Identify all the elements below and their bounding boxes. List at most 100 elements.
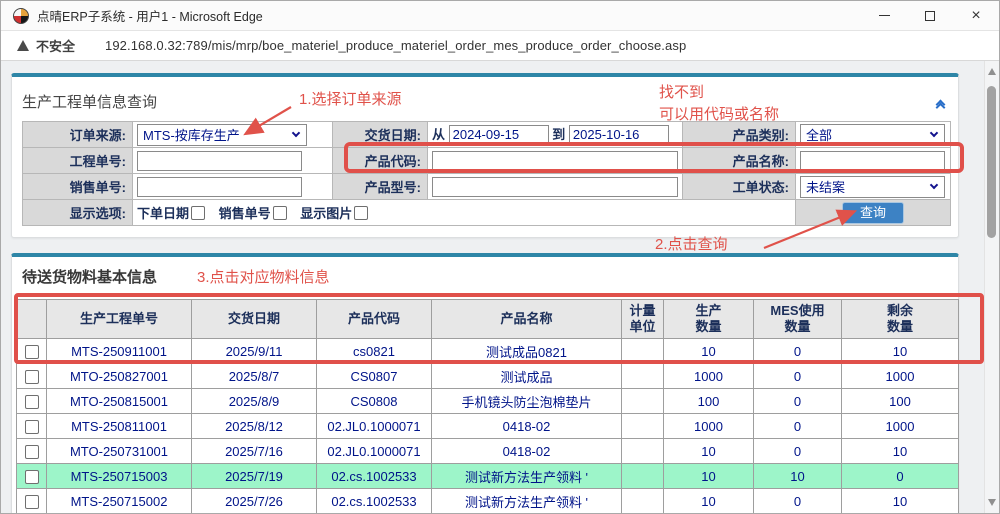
cell-date[interactable]: 2025/7/19	[192, 464, 317, 489]
cell-remain[interactable]: 1000	[842, 364, 959, 389]
cell-date[interactable]: 2025/8/12	[192, 414, 317, 439]
cell-qty[interactable]: 10	[664, 439, 754, 464]
cell-qty[interactable]: 10	[664, 464, 754, 489]
cell-name[interactable]: 测试成品	[432, 364, 622, 389]
scroll-down-icon[interactable]	[988, 499, 996, 506]
date-from-input[interactable]: 2024-09-15	[449, 125, 549, 145]
cell-code[interactable]: CS0807	[317, 364, 432, 389]
cell-unit[interactable]	[622, 414, 664, 439]
cell-remain[interactable]: 10	[842, 339, 959, 364]
table-row[interactable]: MTS-2507150022025/7/2602.cs.1002533测试新方法…	[17, 489, 959, 514]
option-order-date-checkbox[interactable]	[191, 206, 205, 220]
project-no-input[interactable]	[137, 151, 302, 171]
cell-qty[interactable]: 10	[664, 489, 754, 514]
row-checkbox[interactable]	[25, 470, 39, 484]
cell-date[interactable]: 2025/7/26	[192, 489, 317, 514]
cell-code[interactable]: 02.JL0.1000071	[317, 414, 432, 439]
table-row[interactable]: MTS-2509110012025/9/11cs0821测试成品0821 1001…	[17, 339, 959, 364]
sales-no-input[interactable]	[137, 177, 302, 197]
cell-name[interactable]: 0418-02	[432, 414, 622, 439]
row-checkbox[interactable]	[25, 345, 39, 359]
order-source-select[interactable]: MTS-按库存生产	[137, 124, 307, 146]
cell-name[interactable]: 手机镜头防尘泡棉垫片	[432, 389, 622, 414]
table-row[interactable]: MTO-2507310012025/7/1602.JL0.10000710418…	[17, 439, 959, 464]
cell-qty[interactable]: 10	[664, 339, 754, 364]
cell-code[interactable]: 02.cs.1002533	[317, 464, 432, 489]
cell-code[interactable]: 02.cs.1002533	[317, 489, 432, 514]
cell-unit[interactable]	[622, 464, 664, 489]
order-status-select[interactable]: 未结案	[800, 176, 945, 198]
cell-unit[interactable]	[622, 439, 664, 464]
cell-unit[interactable]	[622, 364, 664, 389]
scroll-up-icon[interactable]	[988, 68, 996, 75]
cell-order[interactable]: MTS-250811001	[47, 414, 192, 439]
cell-name[interactable]: 测试成品0821	[432, 339, 622, 364]
cell-mes[interactable]: 0	[754, 414, 842, 439]
cell-order[interactable]: MTO-250731001	[47, 439, 192, 464]
product-code-input[interactable]	[432, 151, 678, 171]
option-show-image-checkbox[interactable]	[354, 206, 368, 220]
cell-order[interactable]: MTO-250815001	[47, 389, 192, 414]
cell-unit[interactable]	[622, 489, 664, 514]
cell-date[interactable]: 2025/7/16	[192, 439, 317, 464]
table-row[interactable]: MTS-2508110012025/8/1202.JL0.10000710418…	[17, 414, 959, 439]
table-row[interactable]: MTO-2508150012025/8/9CS0808手机镜头防尘泡棉垫片 100…	[17, 389, 959, 414]
url-bar[interactable]: 不安全 192.168.0.32:789/mis/mrp/boe_materie…	[1, 31, 999, 61]
product-category-select[interactable]: 全部	[800, 124, 945, 146]
cell-code[interactable]: 02.JL0.1000071	[317, 439, 432, 464]
cell-code[interactable]: cs0821	[317, 339, 432, 364]
close-icon: ×	[971, 8, 980, 24]
cell-mes[interactable]: 10	[754, 464, 842, 489]
cell-date[interactable]: 2025/9/11	[192, 339, 317, 364]
minimize-button[interactable]	[861, 1, 907, 30]
cell-remain[interactable]: 10	[842, 489, 959, 514]
vertical-scrollbar[interactable]	[984, 61, 999, 513]
cell-name[interactable]: 0418-02	[432, 439, 622, 464]
cell-mes[interactable]: 0	[754, 364, 842, 389]
row-checkbox[interactable]	[25, 445, 39, 459]
cell-unit[interactable]	[622, 339, 664, 364]
materials-panel-title: 待送货物料基本信息	[22, 266, 157, 287]
close-button[interactable]: ×	[953, 1, 999, 30]
table-row[interactable]: MTO-2508270012025/8/7CS0807测试成品 100001000	[17, 364, 959, 389]
cell-qty[interactable]: 1000	[664, 414, 754, 439]
maximize-button[interactable]	[907, 1, 953, 30]
row-checkbox[interactable]	[25, 395, 39, 409]
cell-qty[interactable]: 1000	[664, 364, 754, 389]
scrollbar-thumb[interactable]	[987, 86, 996, 238]
materials-table: 生产工程单号交货日期产品代码产品名称计量单位生产数量MES使用数量剩余数量 MT…	[16, 299, 959, 514]
cell-unit[interactable]	[622, 389, 664, 414]
product-model-input[interactable]	[432, 177, 678, 197]
cell-code[interactable]: CS0808	[317, 389, 432, 414]
cell-order[interactable]: MTO-250827001	[47, 364, 192, 389]
cell-order[interactable]: MTS-250715003	[47, 464, 192, 489]
chevron-down-icon	[930, 181, 938, 189]
cell-date[interactable]: 2025/8/9	[192, 389, 317, 414]
cell-name[interactable]: 测试新方法生产领料 '	[432, 464, 622, 489]
row-checkbox[interactable]	[25, 370, 39, 384]
row-checkbox[interactable]	[25, 495, 39, 509]
date-to-input[interactable]: 2025-10-16	[569, 125, 669, 145]
cell-remain[interactable]: 10	[842, 439, 959, 464]
cell-mes[interactable]: 0	[754, 489, 842, 514]
row-checkbox-cell	[17, 339, 47, 364]
table-row[interactable]: MTS-2507150032025/7/1902.cs.1002533测试新方法…	[17, 464, 959, 489]
select-all-header	[17, 300, 47, 339]
cell-mes[interactable]: 0	[754, 389, 842, 414]
cell-order[interactable]: MTS-250911001	[47, 339, 192, 364]
column-header: 产品代码	[317, 300, 432, 339]
cell-mes[interactable]: 0	[754, 339, 842, 364]
cell-remain[interactable]: 1000	[842, 414, 959, 439]
cell-order[interactable]: MTS-250715002	[47, 489, 192, 514]
cell-remain[interactable]: 0	[842, 464, 959, 489]
query-button[interactable]: 查询	[842, 202, 904, 224]
collapse-panel-icon[interactable]	[937, 101, 944, 107]
option-sales-no-checkbox[interactable]	[273, 206, 287, 220]
row-checkbox[interactable]	[25, 420, 39, 434]
cell-qty[interactable]: 100	[664, 389, 754, 414]
cell-date[interactable]: 2025/8/7	[192, 364, 317, 389]
cell-mes[interactable]: 0	[754, 439, 842, 464]
product-name-input[interactable]	[800, 151, 945, 171]
cell-name[interactable]: 测试新方法生产领料 '	[432, 489, 622, 514]
cell-remain[interactable]: 100	[842, 389, 959, 414]
